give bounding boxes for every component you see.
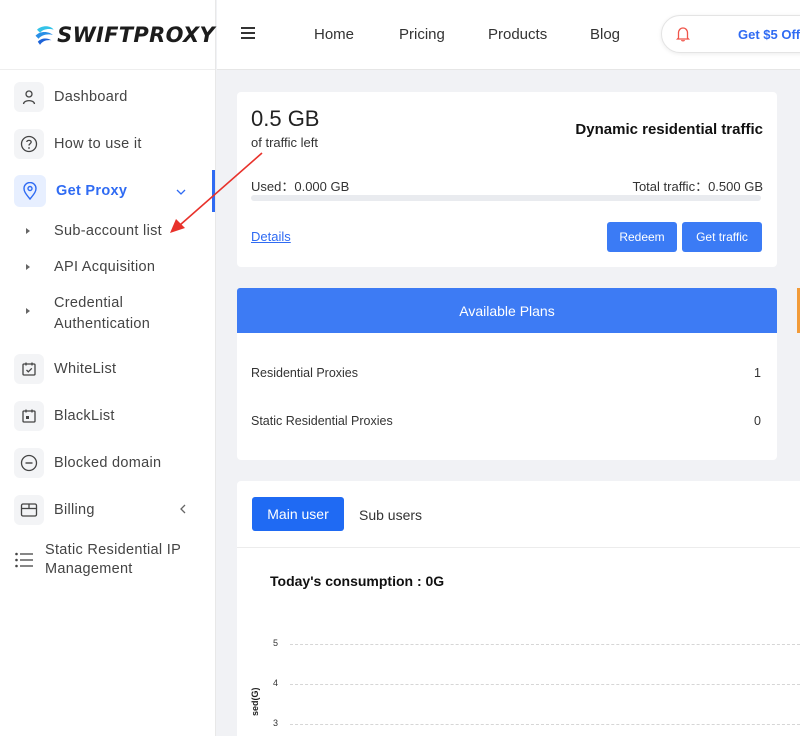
annotation-arrow-icon (170, 152, 263, 233)
